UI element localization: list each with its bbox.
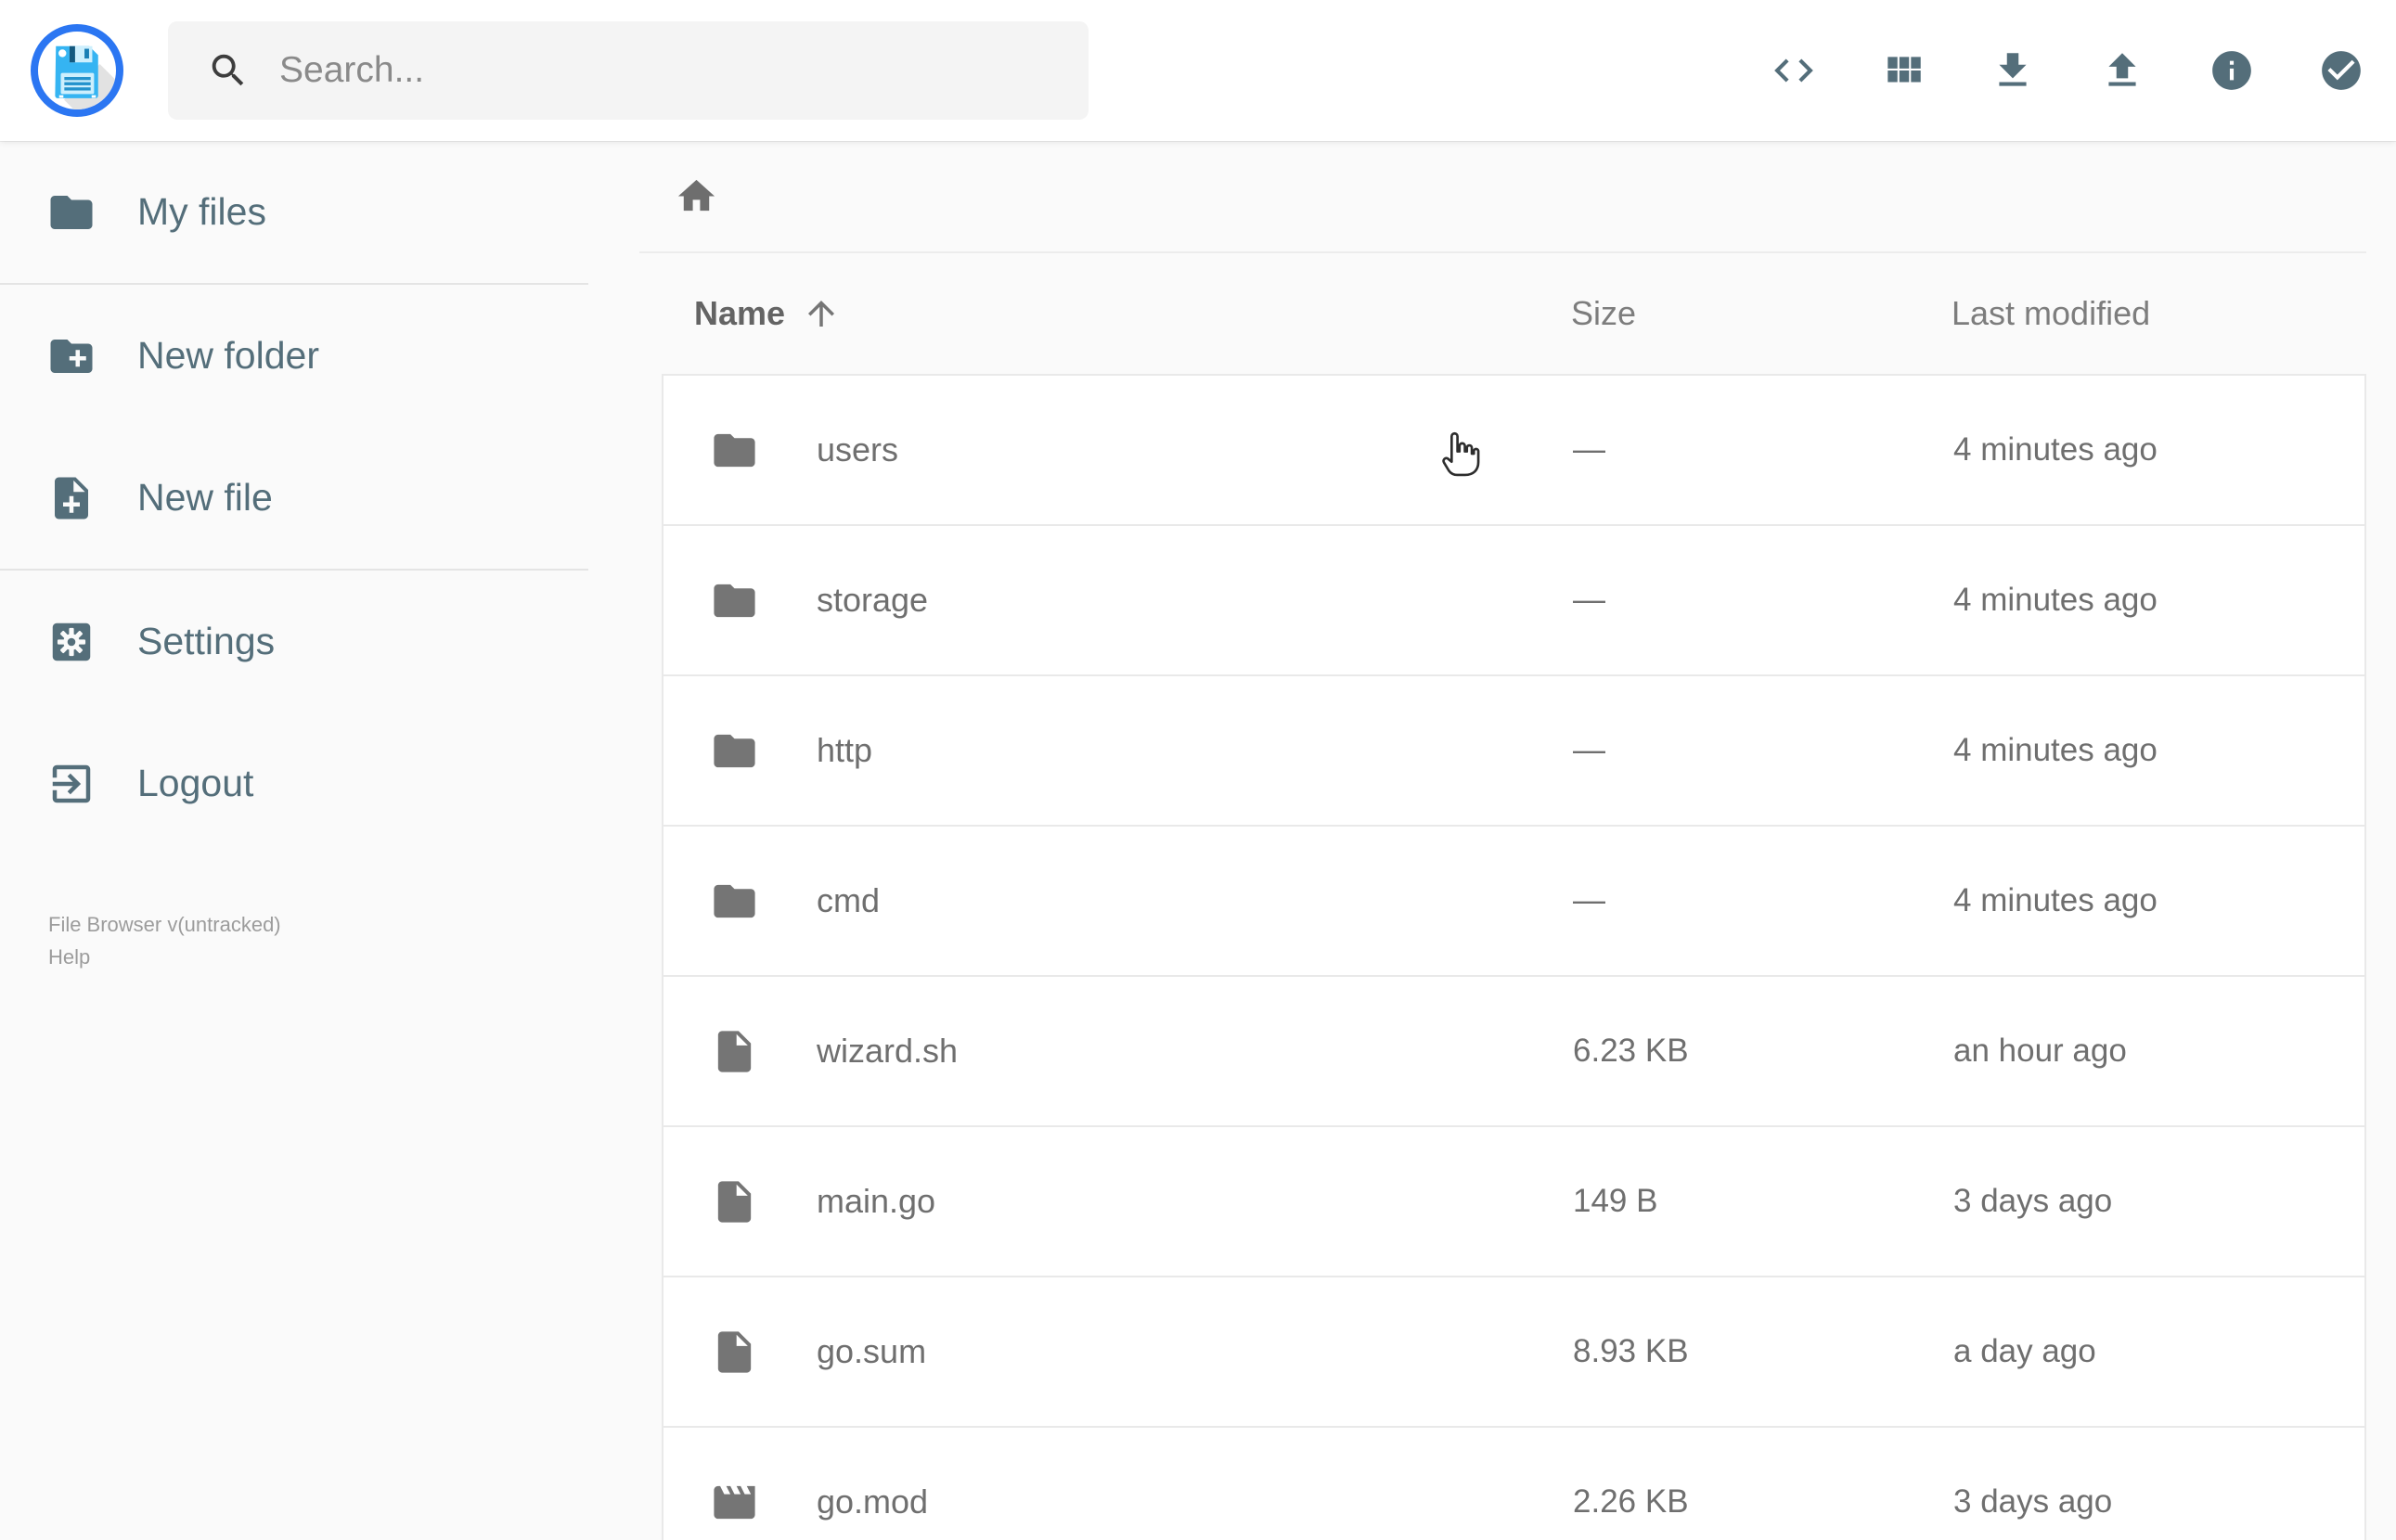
folder-icon [714,884,755,918]
sidebar-item-new-folder[interactable]: New folder [0,285,588,427]
file-name: storage [817,581,929,619]
breadcrumb [639,141,2366,253]
sidebar-item-label: My files [137,190,266,233]
app-logo[interactable] [31,24,123,117]
file-row[interactable]: cmd — 4 minutes ago [663,827,2364,977]
upload-button[interactable] [2095,44,2149,97]
file-name: users [817,430,899,468]
folder-icon [714,433,755,467]
file-icon [717,1330,752,1373]
folder-icon [714,584,755,617]
switch-view-button[interactable] [1876,44,1930,97]
file-row[interactable]: users — 4 minutes ago [663,376,2364,526]
file-listing: users — 4 minutes ago storage — 4 minute… [662,374,2366,1540]
file-size: — [1573,882,1605,918]
search-icon [212,54,244,86]
file-modified: 3 days ago [1953,1483,2113,1520]
download-icon [1999,53,2027,86]
file-modified: 4 minutes ago [1953,431,2158,468]
new-folder-icon [50,339,93,373]
shell-button[interactable] [1767,44,1821,97]
sidebar-item-label: Settings [137,620,276,662]
file-name: go.mod [817,1482,929,1521]
select-multiple-button[interactable] [2314,44,2368,97]
file-modified: a day ago [1953,1333,2096,1369]
sidebar: My files New folder New file Settings Lo… [0,141,588,1540]
file-name: cmd [817,881,881,919]
file-size: 149 B [1573,1183,1658,1219]
file-name: main.go [817,1182,936,1220]
file-size: — [1573,431,1605,468]
file-modified: an hour ago [1953,1033,2127,1069]
download-button[interactable] [1986,44,2040,97]
file-name: http [817,731,873,769]
file-size: — [1573,582,1605,618]
file-icon [717,1030,752,1072]
folder-icon [50,195,93,229]
column-header-modified[interactable]: Last modified [1952,294,2366,333]
listing-header: Name Size Last modified [662,253,2366,374]
info-button[interactable] [2205,44,2259,97]
arrow-up-icon [808,301,835,327]
settings-icon [52,622,91,661]
file-size: 6.23 KB [1573,1033,1689,1069]
column-header-name[interactable]: Name [662,294,1571,333]
floppy-disk-icon [55,45,116,109]
folder-icon [714,734,755,767]
sidebar-item-settings[interactable]: Settings [0,571,588,712]
sidebar-item-label: New folder [137,334,319,377]
top-bar [0,0,2396,141]
upload-icon [2108,53,2136,86]
logout-icon [52,764,91,802]
search-bar[interactable] [168,21,1089,120]
home-icon [677,179,715,212]
info-icon [2212,51,2251,90]
main-content: Name Size Last modified users — 4 minute… [588,141,2396,1540]
new-file-icon [55,477,88,519]
file-modified: 4 minutes ago [1953,732,2158,768]
file-row[interactable]: go.mod 2.26 KB 3 days ago [663,1428,2364,1540]
grid-view-icon [1887,57,1921,83]
file-row[interactable]: wizard.sh 6.23 KB an hour ago [663,977,2364,1127]
column-header-size[interactable]: Size [1571,294,1952,333]
breadcrumb-home-button[interactable] [673,173,720,220]
file-icon [717,1180,752,1223]
check-circle-icon [2322,51,2361,90]
sidebar-item-label: Logout [137,762,254,804]
file-modified: 4 minutes ago [1953,582,2158,618]
file-row[interactable]: storage — 4 minutes ago [663,526,2364,676]
app-version: File Browser v(untracked) [48,913,281,936]
toolbar [1767,44,2368,97]
file-name: go.sum [817,1332,927,1370]
file-modified: 4 minutes ago [1953,882,2158,918]
file-modified: 3 days ago [1953,1183,2113,1219]
help-link[interactable]: Help [48,945,90,969]
sidebar-item-new-file[interactable]: New file [0,427,588,569]
file-row[interactable]: http — 4 minutes ago [663,676,2364,827]
movie-icon [714,1485,755,1519]
file-row[interactable]: main.go 149 B 3 days ago [663,1127,2364,1277]
sidebar-footer: File Browser v(untracked) Help [0,908,588,973]
sidebar-item-label: New file [137,476,273,519]
file-size: 8.93 KB [1573,1333,1689,1369]
search-input[interactable] [279,50,1050,91]
sidebar-item-my-files[interactable]: My files [0,141,588,283]
sidebar-item-logout[interactable]: Logout [0,712,588,854]
file-row[interactable]: go.sum 8.93 KB a day ago [663,1277,2364,1428]
code-icon [1774,58,1813,83]
file-size: 2.26 KB [1573,1483,1689,1520]
file-browser-app: My files New folder New file [0,0,2396,1540]
file-name: wizard.sh [817,1032,959,1070]
file-size: — [1573,732,1605,768]
